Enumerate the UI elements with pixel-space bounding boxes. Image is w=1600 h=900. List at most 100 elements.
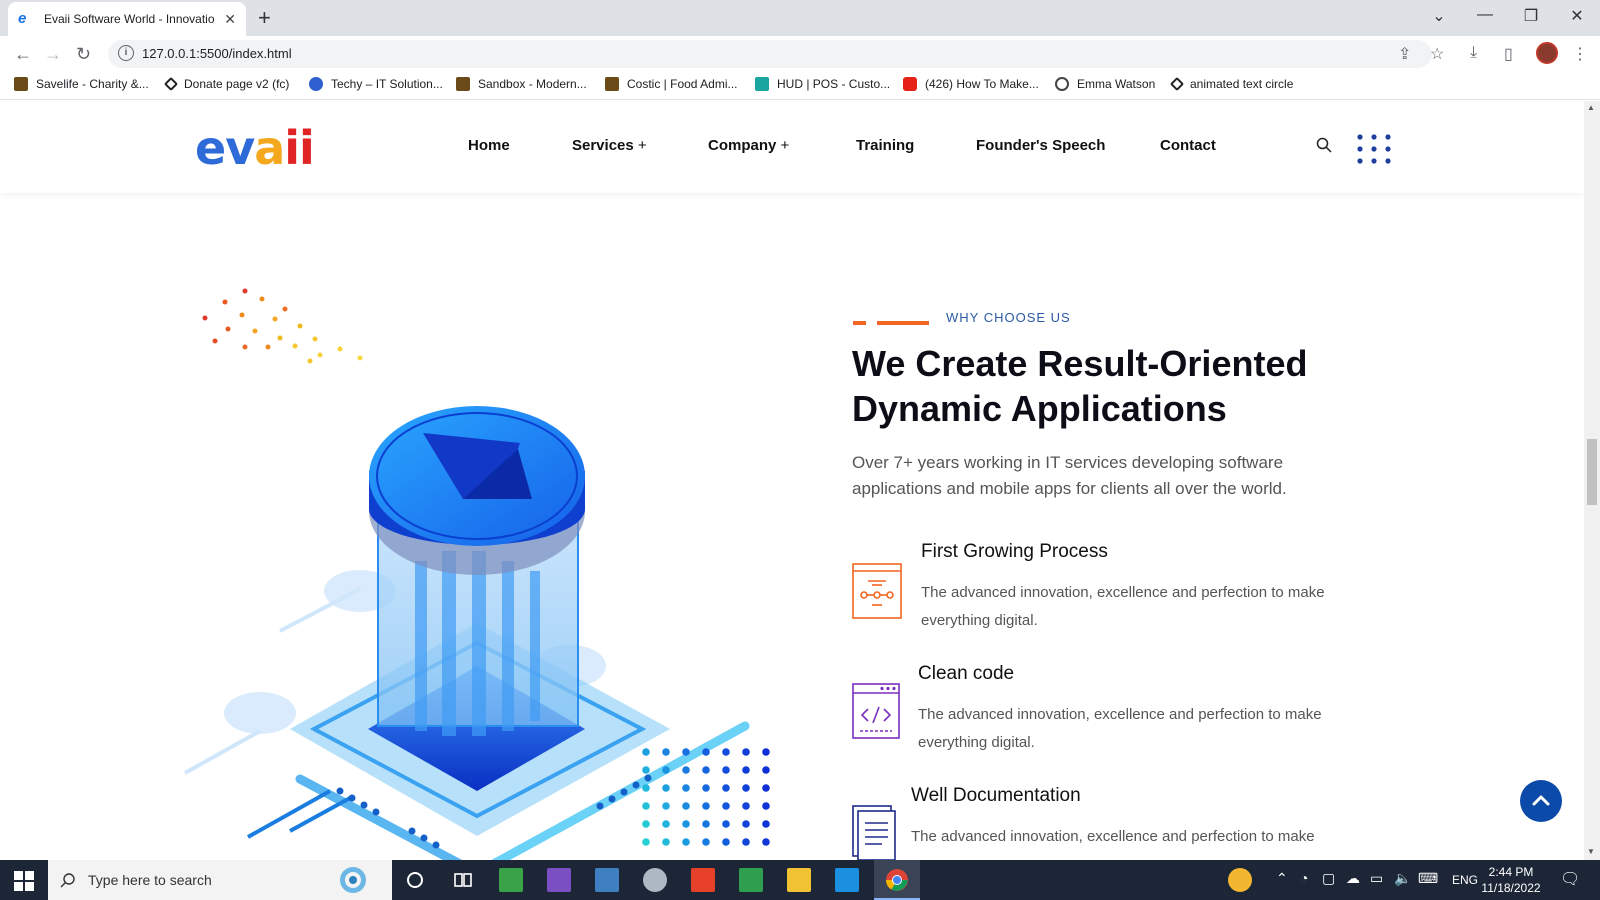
app-icon[interactable] [739, 868, 763, 892]
battery-icon[interactable]: ▭ [1370, 870, 1383, 887]
visual-studio-icon[interactable] [547, 868, 571, 892]
scrollbar-thumb[interactable] [1587, 439, 1597, 505]
language-indicator[interactable]: ENG [1452, 873, 1478, 887]
scroll-to-top-button[interactable] [1520, 780, 1562, 822]
bookmarks-bar: Savelife - Charity &... Donate page v2 (… [0, 72, 1600, 100]
vscode-icon[interactable] [835, 868, 859, 892]
url-text: 127.0.0.1:5500/index.html [142, 46, 292, 61]
bookmark-star-icon[interactable]: ☆ [1430, 44, 1444, 64]
clock-time: 2:44 PM [1488, 865, 1534, 879]
menu-kebab-icon[interactable]: ⋮ [1572, 44, 1588, 64]
close-tab-icon[interactable]: ✕ [224, 11, 236, 28]
feature-description: The advanced innovation, excellence and … [918, 706, 1322, 751]
codepen-icon [163, 76, 179, 92]
nav-home[interactable]: Home [468, 137, 510, 154]
bookmark-item[interactable]: animated text circle [1169, 76, 1293, 92]
tab-search-chevron-icon[interactable]: ⌄ [1424, 6, 1454, 26]
search-icon [60, 873, 75, 888]
bookmark-favicon-icon [14, 77, 28, 91]
bookmark-item[interactable]: Savelife - Charity &... [14, 77, 149, 91]
network-icon[interactable]: ◔ [1300, 870, 1308, 886]
scroll-up-arrow-icon[interactable]: ▲ [1587, 103, 1595, 112]
eyebrow-accent-lines [853, 321, 929, 325]
bookmark-favicon-icon [309, 77, 323, 91]
notifications-icon[interactable]: 🗨 [1560, 869, 1580, 889]
windows-start-icon[interactable] [14, 871, 34, 891]
back-arrow-icon[interactable]: ← [14, 44, 32, 65]
restore-button[interactable]: ❐ [1516, 6, 1546, 26]
app-icon[interactable] [643, 868, 667, 892]
codepen-icon [1169, 76, 1185, 92]
scroll-down-arrow-icon[interactable]: ▼ [1587, 847, 1595, 856]
meet-now-icon[interactable]: ▢ [1322, 870, 1335, 887]
browser-tab-strip: e Evaii Software World - Innovatio ✕ + ⌄… [0, 0, 1600, 36]
chevron-up-icon [1532, 795, 1550, 806]
taskbar-search-placeholder: Type here to search [88, 872, 212, 888]
bookmark-item[interactable]: Techy – IT Solution... [309, 77, 443, 91]
profile-avatar[interactable] [1536, 42, 1558, 64]
web-page: evaii evaii Home Services + Company + Tr… [0, 101, 1584, 860]
clock-date: 11/18/2022 [1481, 881, 1541, 895]
windows-taskbar: Type here to search ⌃ ◔ ▢ ☁ ▭ 🔈 ⌨ ENG 2:… [0, 860, 1600, 900]
feature-description: The advanced innovation, excellence and … [921, 584, 1325, 629]
weather-icon[interactable] [1228, 868, 1252, 892]
globe-icon [1055, 77, 1069, 91]
code-window-icon [852, 683, 900, 739]
section-eyebrow: WHY CHOOSE US [946, 310, 1071, 325]
nav-company[interactable]: Company + [708, 137, 789, 154]
bookmark-favicon-icon [605, 77, 619, 91]
decorative-dot-grid [642, 748, 770, 846]
reload-icon[interactable]: ↻ [76, 44, 91, 65]
site-logo[interactable]: evaii evaii [195, 121, 315, 175]
bookmark-favicon-icon [456, 77, 470, 91]
forward-arrow-icon[interactable]: → [44, 44, 62, 65]
minimize-button[interactable]: — [1470, 6, 1500, 24]
bookmark-item[interactable]: Costic | Food Admi... [605, 77, 738, 91]
share-icon[interactable]: ⇪ [1398, 44, 1411, 64]
tab-title: Evaii Software World - Innovatio [44, 12, 215, 26]
show-hidden-icons-chevron-icon[interactable]: ⌃ [1276, 870, 1288, 887]
taskbar-search-box[interactable]: Type here to search [48, 860, 392, 900]
git-icon[interactable] [691, 868, 715, 892]
offcanvas-menu-dots-icon[interactable] [1357, 134, 1391, 164]
app-icon[interactable] [499, 868, 523, 892]
edge-favicon-icon: e [18, 10, 27, 27]
side-panel-icon[interactable]: ▯ [1504, 44, 1513, 64]
chrome-icon [886, 869, 908, 891]
new-tab-button[interactable]: + [258, 5, 271, 31]
file-explorer-icon[interactable] [787, 868, 811, 892]
nav-founders-speech[interactable]: Founder's Speech [976, 137, 1105, 154]
nav-contact[interactable]: Contact [1160, 137, 1216, 154]
nav-services[interactable]: Services + [572, 137, 647, 154]
bookmark-item[interactable]: Sandbox - Modern... [456, 77, 587, 91]
process-flow-icon [852, 563, 902, 619]
nav-training[interactable]: Training [856, 137, 914, 154]
page-scrollbar[interactable]: ▲ ▼ [1584, 101, 1600, 860]
feature-title: Well Documentation [911, 785, 1081, 806]
document-icon [852, 805, 896, 860]
search-icon[interactable] [1316, 137, 1332, 153]
bookmark-item[interactable]: HUD | POS - Custo... [755, 77, 890, 91]
volume-icon[interactable]: 🔈 [1394, 870, 1411, 887]
onedrive-icon[interactable]: ☁ [1346, 870, 1360, 887]
keyboard-icon[interactable]: ⌨ [1418, 870, 1438, 887]
bookmark-item[interactable]: Donate page v2 (fc) [163, 76, 289, 92]
address-bar[interactable]: i 127.0.0.1:5500/index.html [108, 40, 1432, 68]
app-icon[interactable] [595, 868, 619, 892]
feature-title: Clean code [918, 663, 1015, 684]
taskbar-clock[interactable]: 2:44 PM 11/18/2022 [1476, 864, 1546, 896]
search-highlight-icon [340, 867, 366, 893]
task-view-icon[interactable] [451, 868, 475, 892]
bookmark-item[interactable]: (426) How To Make... [903, 77, 1039, 91]
browser-toolbar: ← → ↻ i 127.0.0.1:5500/index.html ⇪ ☆ ⤓ … [0, 36, 1600, 72]
site-header: evaii evaii Home Services + Company + Tr… [0, 101, 1584, 193]
chrome-taskbar-active[interactable] [874, 860, 920, 900]
bookmark-item[interactable]: Emma Watson [1055, 77, 1155, 91]
download-icon[interactable]: ⤓ [1470, 44, 1477, 62]
cortana-icon[interactable] [403, 868, 427, 892]
feature-title: First Growing Process [921, 541, 1108, 562]
site-info-icon[interactable]: i [118, 45, 134, 61]
browser-tab-active[interactable]: e Evaii Software World - Innovatio ✕ [8, 2, 246, 36]
section-heading: We Create Result-Oriented Dynamic Applic… [852, 343, 1308, 429]
close-window-button[interactable]: ✕ [1562, 6, 1592, 26]
